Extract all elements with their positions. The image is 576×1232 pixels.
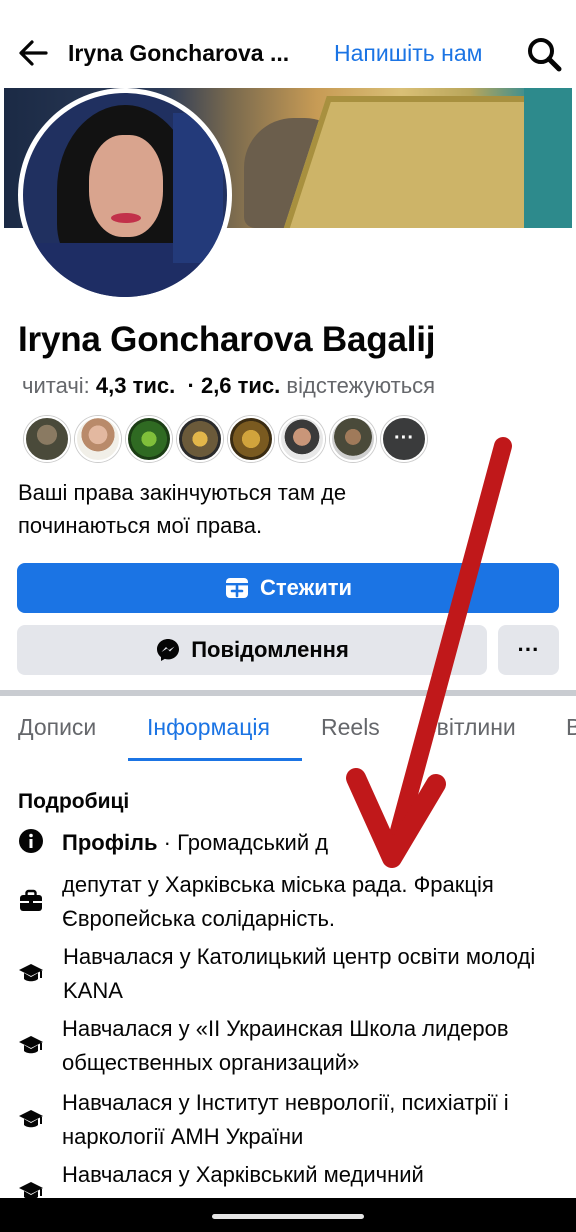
info-icon <box>19 829 43 853</box>
stats-separator: · <box>187 373 195 398</box>
more-friends-button[interactable]: ··· <box>381 416 427 462</box>
tab-photos[interactable]: Світлини <box>420 714 516 741</box>
message-button[interactable]: Повідомлення <box>17 625 487 675</box>
contact-us-link[interactable]: Напишіть нам <box>334 40 482 67</box>
tab-reels[interactable]: Reels <box>321 714 380 741</box>
avatar <box>23 93 227 297</box>
follow-button[interactable]: Стежити <box>17 563 559 613</box>
follow-label: Стежити <box>259 575 353 600</box>
profile-tabs: Дописи Інформація Reels Світлини В <box>0 696 576 762</box>
education-text: Навчалася у Католицький центр освіти мол… <box>63 944 536 1003</box>
followers-label: читачі: <box>22 373 90 398</box>
back-arrow-icon[interactable] <box>16 36 50 70</box>
friend-avatar[interactable] <box>24 416 70 462</box>
active-tab-indicator <box>128 758 302 761</box>
education-text: Навчалася у Інститут неврології, психіат… <box>62 1090 509 1149</box>
graduation-cap-icon <box>19 1110 43 1128</box>
follower-stats[interactable]: читачі: 4,3 тис. · 2,6 тис. відстежуютьс… <box>22 373 435 399</box>
messenger-icon <box>157 639 180 661</box>
graduation-cap-icon <box>19 1036 43 1054</box>
friend-avatar[interactable] <box>126 416 172 462</box>
workplace-text: депутат у Харківська міська рада. Фракці… <box>62 872 494 931</box>
education-text: Навчалася у Харківський медичний <box>62 1162 424 1187</box>
details-heading: Подробиці <box>18 790 130 813</box>
friend-avatar[interactable] <box>330 416 376 462</box>
friend-avatar[interactable] <box>228 416 274 462</box>
tab-more[interactable]: В <box>566 714 576 741</box>
profile-picture[interactable] <box>18 88 232 302</box>
following-label: відстежуються <box>286 373 436 398</box>
message-label: Повідомлення <box>191 637 349 662</box>
page-title: Iryna Goncharova ... <box>68 40 290 66</box>
home-indicator[interactable] <box>212 1214 364 1219</box>
profile-category-label: Профіль <box>62 830 158 855</box>
friend-avatar[interactable] <box>75 416 121 462</box>
friend-avatar[interactable] <box>279 416 325 462</box>
graduation-cap-icon <box>19 964 43 982</box>
followers-count: 4,3 тис. <box>95 373 176 398</box>
cover-water <box>524 88 572 228</box>
profile-name: Iryna Goncharova Bagalij <box>18 320 436 359</box>
education-text: Навчалася у «II Украинская Школа лидеров… <box>62 1016 509 1075</box>
profile-bio: Ваші права закінчуються там де починають… <box>18 480 347 538</box>
more-options-button[interactable]: ··· <box>498 625 559 675</box>
follow-icon <box>225 578 248 598</box>
briefcase-icon <box>20 889 42 911</box>
top-app-bar: Iryna Goncharova ... Напишіть нам <box>0 0 576 88</box>
tab-about[interactable]: Інформація <box>147 714 270 741</box>
tab-posts[interactable]: Дописи <box>18 714 96 741</box>
search-icon[interactable] <box>526 36 562 72</box>
friend-avatar[interactable] <box>177 416 223 462</box>
following-count: 2,6 тис. <box>200 373 281 398</box>
profile-category-value: · Громадський д <box>157 830 329 855</box>
